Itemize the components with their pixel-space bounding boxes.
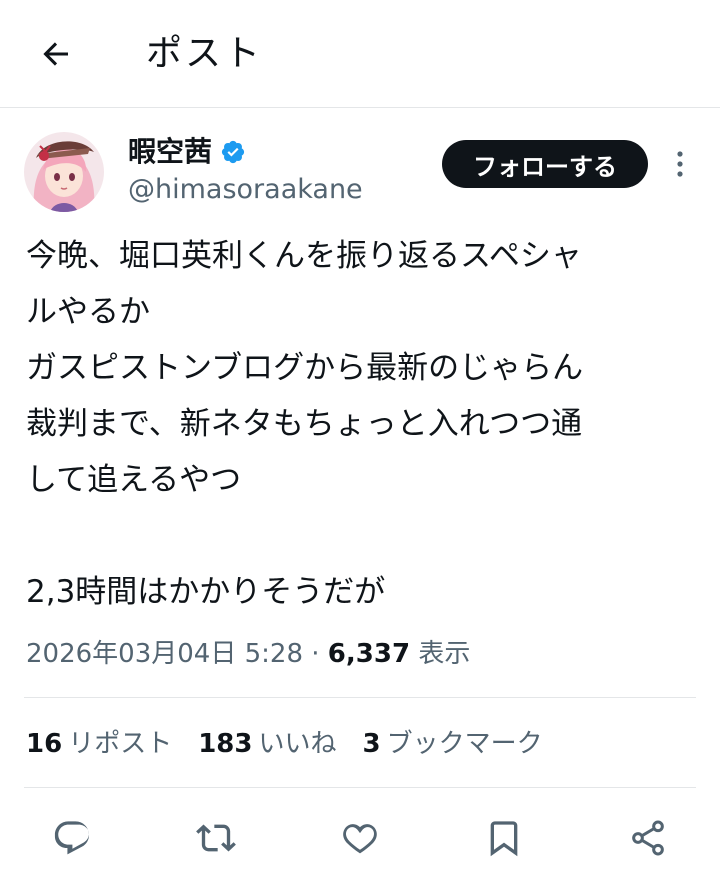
- bookmarks-label: ブックマーク: [386, 729, 543, 759]
- like-button[interactable]: [336, 814, 384, 862]
- tweet-line: 裁判まで、新ネタもちょっと入れつつ通: [26, 406, 583, 442]
- tweet-meta: 2026年03月04日 5:28 · 6,337 表示: [26, 634, 470, 674]
- reply-icon: [52, 818, 92, 858]
- views-label: 表示: [418, 639, 471, 669]
- more-vertical-icon: [676, 149, 684, 179]
- repost-button[interactable]: [192, 814, 240, 862]
- bookmark-icon: [484, 818, 524, 858]
- likes-stat[interactable]: 183 いいね: [198, 722, 336, 766]
- reposts-label: リポスト: [68, 729, 173, 759]
- divider: [24, 697, 696, 698]
- more-options-button[interactable]: [666, 142, 694, 186]
- bookmark-button[interactable]: [480, 814, 528, 862]
- share-icon: [628, 818, 668, 858]
- timestamp[interactable]: 2026年03月04日 5:28: [26, 639, 303, 669]
- tweet-line: 今晩、堀口英利くんを振り返るスペシャ: [26, 238, 582, 274]
- verified-badge-icon: [220, 139, 246, 165]
- action-bar: [0, 806, 720, 866]
- tweet-line: ガスピストンブログから最新のじゃらん: [26, 350, 584, 386]
- likes-count: 183: [198, 729, 253, 759]
- share-button[interactable]: [624, 814, 672, 862]
- meta-separator: ·: [311, 639, 320, 669]
- reply-button[interactable]: [48, 814, 96, 862]
- user-handle[interactable]: @himasoraakane: [128, 172, 363, 208]
- repost-icon: [196, 818, 236, 858]
- follow-button[interactable]: フォローする: [442, 140, 648, 188]
- engagement-stats: 16 リポスト 183 いいね 3 ブックマーク: [26, 722, 543, 766]
- page-title: ポスト: [146, 33, 264, 74]
- divider: [24, 787, 696, 788]
- tweet-line: 2,3時間はかかりそうだが: [26, 574, 386, 610]
- likes-label: いいね: [258, 729, 337, 759]
- top-bar: ポスト: [0, 0, 720, 108]
- tweet-line: ルやるか: [26, 294, 150, 330]
- author-name-row[interactable]: 暇空茜: [128, 134, 246, 170]
- back-button[interactable]: [30, 28, 82, 80]
- reposts-stat[interactable]: 16 リポスト: [26, 722, 172, 766]
- like-icon: [340, 818, 380, 858]
- views-count[interactable]: 6,337: [328, 639, 410, 669]
- arrow-left-icon: [38, 36, 74, 72]
- bookmarks-stat[interactable]: 3 ブックマーク: [363, 722, 543, 766]
- tweet-text: 今晩、堀口英利くんを振り返るスペシャ ルやるか ガスピストンブログから最新のじゃ…: [26, 228, 696, 620]
- bookmarks-count: 3: [362, 729, 381, 759]
- reposts-count: 16: [26, 729, 63, 759]
- avatar[interactable]: [24, 132, 104, 212]
- display-name[interactable]: 暇空茜: [128, 134, 212, 170]
- tweet-line: して追えるやつ: [26, 462, 242, 498]
